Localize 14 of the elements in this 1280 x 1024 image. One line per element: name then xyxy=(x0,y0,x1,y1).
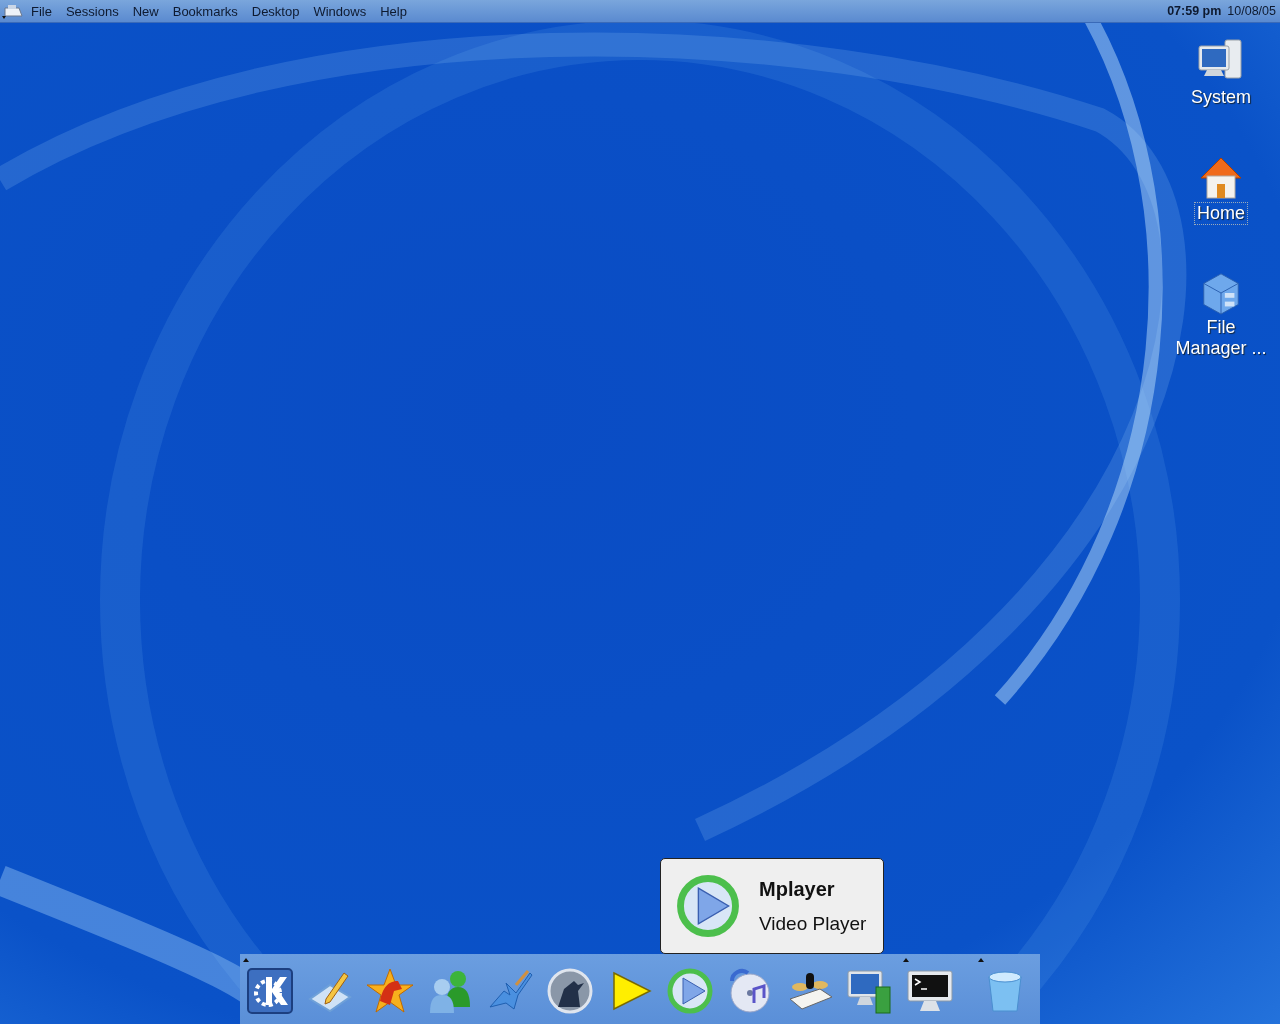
tooltip-subtitle: Video Player xyxy=(759,912,867,935)
clock-time: 07:59 pm xyxy=(1167,4,1222,18)
menu-item[interactable]: New xyxy=(125,3,166,19)
desktop-icon-label[interactable]: File Manager ... xyxy=(1166,316,1276,360)
menu-item[interactable]: Sessions xyxy=(58,3,126,19)
menu-item[interactable]: Desktop xyxy=(244,3,307,19)
tooltip-title: Mplayer xyxy=(759,877,836,901)
menu-item[interactable]: Bookmarks xyxy=(165,3,245,19)
desktop-icon-label[interactable]: System xyxy=(1188,86,1254,109)
menu-item[interactable]: Help xyxy=(373,3,414,19)
menu-item[interactable]: Windows xyxy=(306,3,374,19)
menu-item[interactable]: File xyxy=(24,3,59,19)
clock-date: 10/08/05 xyxy=(1227,4,1276,18)
desktop-icon-label[interactable]: Home xyxy=(1194,202,1248,225)
